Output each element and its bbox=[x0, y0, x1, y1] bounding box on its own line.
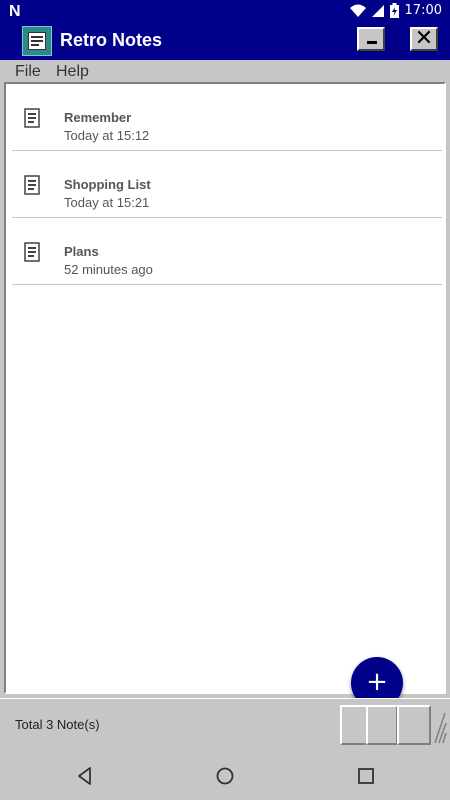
plus-icon: + bbox=[366, 667, 388, 697]
note-icon bbox=[24, 242, 40, 262]
note-icon bbox=[24, 108, 40, 128]
menu-help[interactable]: Help bbox=[56, 63, 89, 81]
menu-file[interactable]: File bbox=[15, 63, 41, 81]
menu-bar: File Help bbox=[0, 60, 450, 82]
resize-grip-icon[interactable] bbox=[433, 709, 447, 745]
clock: 17:00 bbox=[404, 3, 442, 18]
list-item[interactable]: Plans 52 minutes ago bbox=[12, 218, 442, 285]
back-icon[interactable] bbox=[73, 764, 97, 788]
note-title: Remember bbox=[64, 110, 132, 125]
cell-signal-icon bbox=[371, 4, 384, 17]
battery-charging-icon bbox=[389, 3, 399, 18]
title-bar: Retro Notes ✕ bbox=[0, 24, 450, 60]
close-button[interactable]: ✕ bbox=[410, 26, 438, 51]
recents-icon[interactable] bbox=[354, 764, 378, 788]
minimize-button[interactable] bbox=[357, 27, 385, 51]
status-bar: N 17:00 bbox=[0, 0, 450, 24]
status-panel bbox=[366, 705, 398, 745]
list-item[interactable]: Remember Today at 15:12 bbox=[12, 84, 442, 151]
status-panel bbox=[340, 705, 368, 745]
total-notes-label: Total 3 Note(s) bbox=[15, 717, 100, 732]
home-icon[interactable] bbox=[213, 764, 237, 788]
footer-bar: Total 3 Note(s) bbox=[0, 698, 450, 751]
n-notification-icon: N bbox=[9, 3, 21, 20]
note-timestamp: Today at 15:21 bbox=[64, 195, 150, 210]
list-item[interactable]: Shopping List Today at 15:21 bbox=[12, 151, 442, 218]
minimize-icon bbox=[367, 41, 377, 44]
notes-list: Remember Today at 15:12 Shopping List To… bbox=[4, 82, 446, 694]
wifi-icon bbox=[349, 4, 366, 17]
note-timestamp: Today at 15:12 bbox=[64, 128, 150, 143]
navigation-bar bbox=[0, 752, 450, 800]
close-icon: ✕ bbox=[414, 26, 434, 51]
note-title: Shopping List bbox=[64, 177, 151, 192]
note-timestamp: 52 minutes ago bbox=[64, 262, 153, 277]
note-icon bbox=[24, 175, 40, 195]
window-title: Retro Notes bbox=[60, 30, 163, 50]
notes-app-icon bbox=[22, 26, 52, 56]
note-title: Plans bbox=[64, 244, 99, 259]
status-panel bbox=[397, 705, 431, 745]
